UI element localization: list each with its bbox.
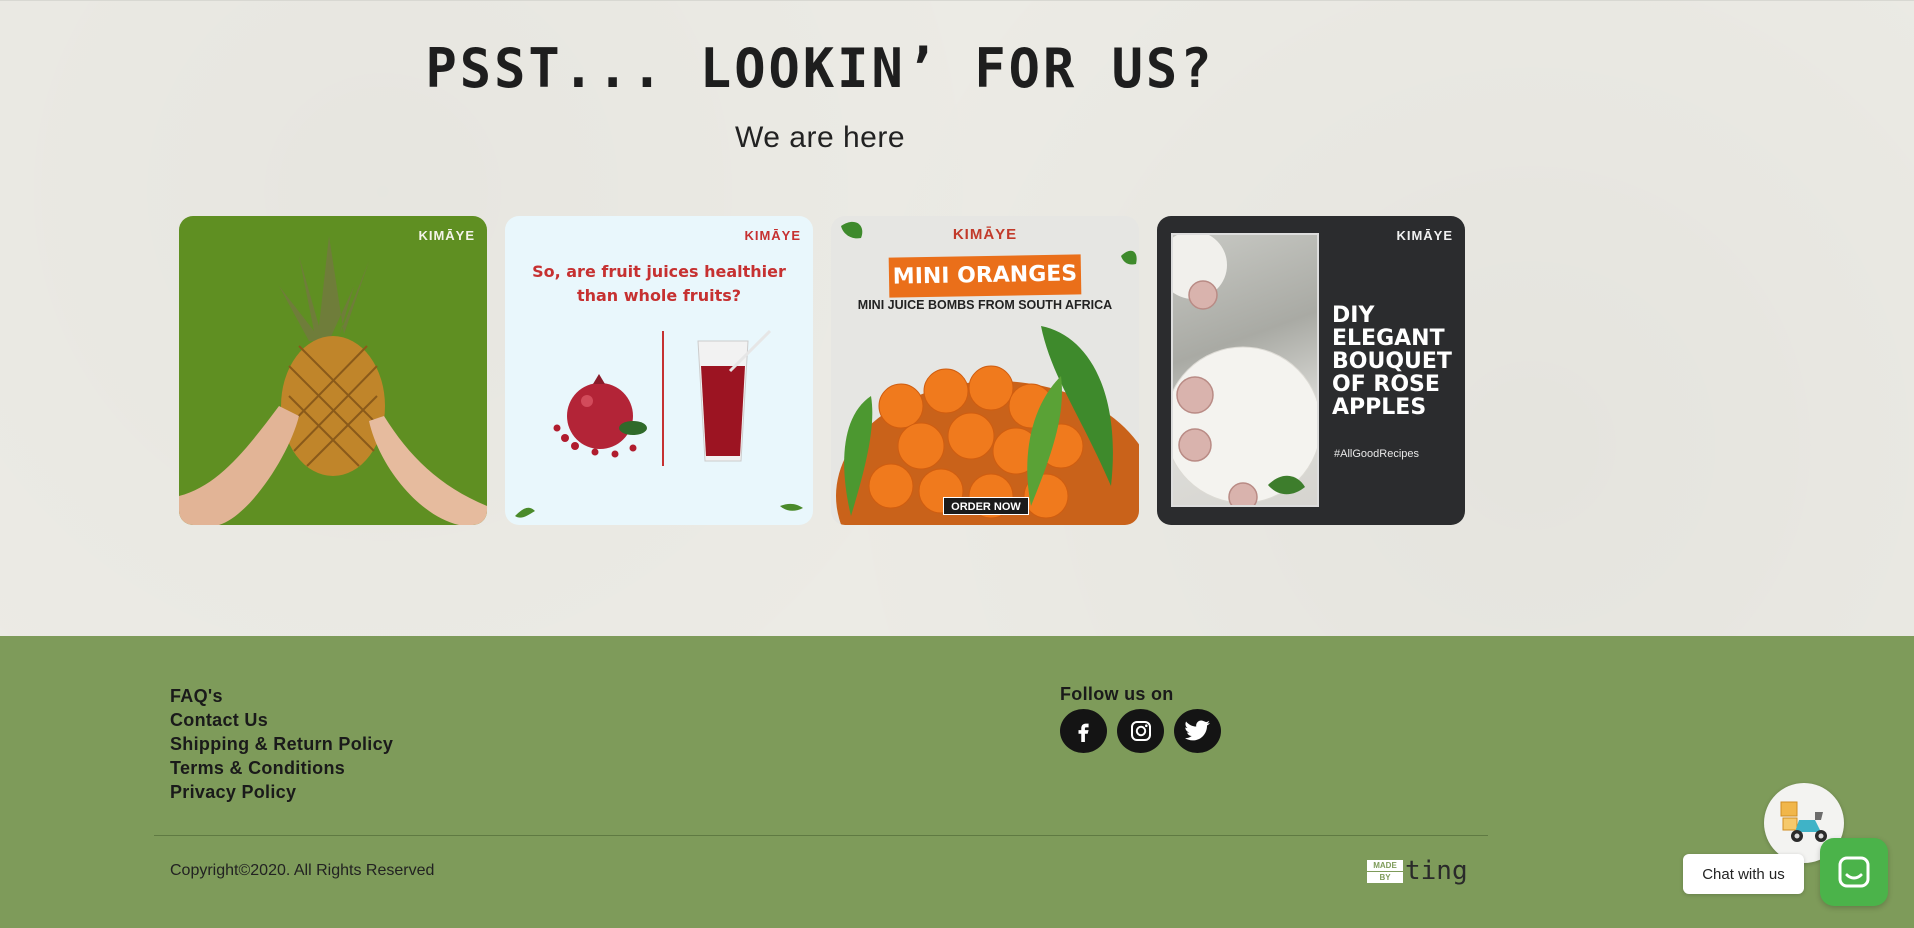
site-footer: FAQ's Contact Us Shipping & Return Polic…: [0, 636, 1914, 928]
tile-title: DIY ELEGANT BOUQUET OF ROSE APPLES: [1332, 303, 1452, 420]
tile-brand-logo: KIMĀYE: [952, 226, 1018, 243]
page-subheading: We are here: [734, 121, 906, 154]
footer-link-terms[interactable]: Terms & Conditions: [170, 756, 393, 780]
social-links: [1060, 709, 1221, 753]
tile-tagline: MINI JUICE BOMBS FROM SOUTH AFRICA: [857, 298, 1113, 312]
tile-brand-logo: KIMĀYE: [418, 228, 475, 243]
page-headline: PSST... LOOKIN’ FOR US?: [425, 37, 1215, 101]
chat-icon: [1838, 856, 1870, 888]
made-by-ting-logo[interactable]: MADE BY ting: [1367, 856, 1468, 886]
footer-divider: [154, 835, 1488, 836]
feed-tile-rose-apples[interactable]: KIMĀYE DIY ELEGANT BOUQUET OF ROSE APPLE…: [1157, 216, 1465, 525]
social-section: Follow us on: [1060, 684, 1221, 753]
follow-label: Follow us on: [1060, 684, 1174, 704]
instagram-icon[interactable]: [1117, 709, 1164, 753]
pineapple-image: [179, 236, 487, 525]
footer-link-privacy[interactable]: Privacy Policy: [170, 780, 393, 804]
rose-apple-image: [1159, 231, 1322, 512]
twitter-icon[interactable]: [1174, 709, 1221, 753]
footer-link-shipping[interactable]: Shipping & Return Policy: [170, 732, 393, 756]
facebook-icon[interactable]: [1060, 709, 1107, 753]
order-now-button[interactable]: ORDER NOW: [943, 497, 1029, 515]
footer-links: FAQ's Contact Us Shipping & Return Polic…: [170, 684, 393, 804]
tile-banner: MINI ORANGES: [888, 254, 1082, 298]
content-section: PSST... LOOKIN’ FOR US? We are here KIMĀ…: [0, 0, 1914, 636]
feed-tile-mini-oranges[interactable]: KIMĀYE MINI ORANGES MINI JUICE BOMBS FRO…: [831, 216, 1139, 525]
feed-tile-fruit-juice[interactable]: KIMĀYE So, are fruit juices healthier th…: [505, 216, 813, 525]
footer-link-faqs[interactable]: FAQ's: [170, 684, 393, 708]
tile-brand-logo: KIMĀYE: [1396, 228, 1453, 243]
chat-with-us-label[interactable]: Chat with us: [1683, 854, 1804, 894]
footer-link-contact[interactable]: Contact Us: [170, 708, 393, 732]
instagram-feed: KIMĀYE KIMĀYE So, are fruit juices healt…: [179, 216, 1465, 525]
chat-launcher-button[interactable]: [1820, 838, 1888, 906]
tile-hashtag: #AllGoodRecipes: [1334, 448, 1419, 460]
copyright-text: Copyright©2020. All Rights Reserved: [170, 862, 435, 879]
feed-tile-pineapple[interactable]: KIMĀYE: [179, 216, 487, 525]
pomegranate-juice-image: [515, 329, 803, 518]
